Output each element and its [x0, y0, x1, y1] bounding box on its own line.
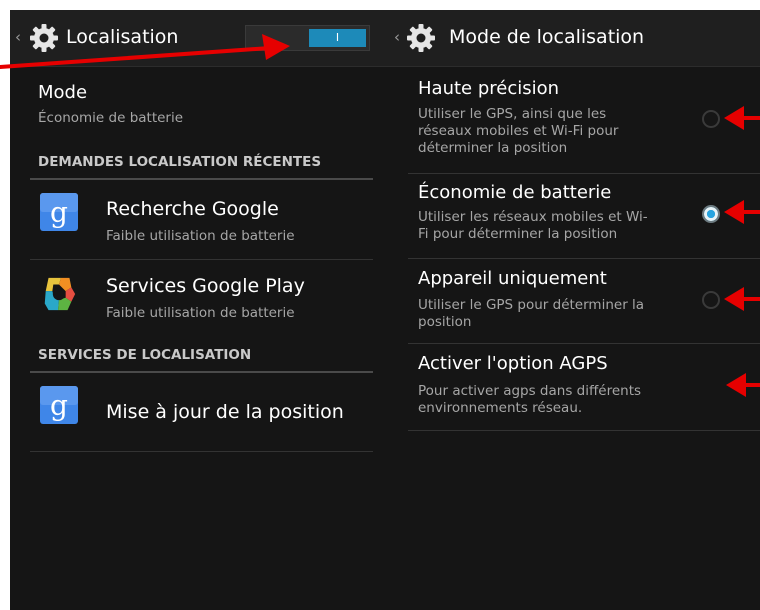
divider [408, 258, 760, 259]
high-accuracy-radio[interactable] [702, 110, 720, 128]
list-item-subtitle: Faible utilisation de batterie [106, 228, 295, 244]
option-title: Appareil uniquement [418, 268, 607, 289]
battery-saving-radio[interactable] [702, 205, 720, 223]
option-description-line: déterminer la position [418, 140, 568, 156]
list-item-subtitle: Faible utilisation de batterie [106, 305, 295, 321]
divider [30, 451, 373, 452]
settings-gear-icon[interactable] [29, 23, 59, 53]
recent-requests-header: DEMANDES LOCALISATION RÉCENTES [38, 154, 322, 170]
screen-title: Localisation [66, 26, 179, 48]
device-only-radio[interactable] [702, 291, 720, 309]
option-description-line: Utiliser le GPS, ainsi que les [418, 106, 607, 122]
option-title: Haute précision [418, 78, 560, 99]
list-item-title: Mise à jour de la position [106, 401, 344, 423]
option-description-line: Utiliser les réseaux mobiles et Wi- [418, 209, 648, 225]
option-description-line: Utiliser le GPS pour déterminer la [418, 297, 645, 313]
action-bar: ‹ Mode de localisation [378, 10, 760, 67]
screen-title: Mode de localisation [449, 26, 645, 48]
divider [408, 430, 760, 431]
option-description-line: réseaux mobiles et Wi-Fi pour [418, 123, 619, 139]
mode-title: Mode [38, 82, 88, 103]
svg-text:g: g [50, 196, 68, 229]
section-divider [30, 178, 373, 180]
divider [30, 259, 373, 260]
location-services-header: SERVICES DE LOCALISATION [38, 347, 252, 363]
google-play-services-icon [44, 277, 76, 311]
option-title: Activer l'option AGPS [418, 353, 608, 374]
option-description-line: environnements réseau. [418, 400, 583, 416]
option-title: Économie de batterie [418, 182, 612, 203]
option-description-line: Fi pour déterminer la position [418, 226, 618, 242]
action-bar: ‹ Localisation I [10, 10, 378, 67]
divider [408, 173, 760, 174]
google-search-icon: g [40, 386, 78, 424]
section-divider [30, 371, 373, 373]
back-chevron-icon[interactable]: ‹ [15, 28, 21, 46]
divider [408, 343, 760, 344]
settings-gear-icon[interactable] [406, 23, 436, 53]
svg-text:g: g [50, 389, 68, 422]
location-settings-screen: ‹ Localisation I Mode Économie de batter… [10, 10, 378, 610]
mode-value: Économie de batterie [38, 110, 184, 126]
location-mode-screen: ‹ Mode de localisation Haute précision U… [378, 10, 760, 610]
list-item-title: Services Google Play [106, 275, 305, 297]
google-search-icon: g [40, 193, 78, 231]
back-chevron-icon[interactable]: ‹ [394, 28, 400, 46]
option-description-line: Pour activer agps dans différents [418, 383, 642, 399]
location-toggle-switch[interactable]: I [245, 25, 370, 51]
list-item-title: Recherche Google [106, 198, 279, 220]
option-description-line: position [418, 314, 472, 330]
toggle-thumb[interactable]: I [309, 29, 366, 47]
